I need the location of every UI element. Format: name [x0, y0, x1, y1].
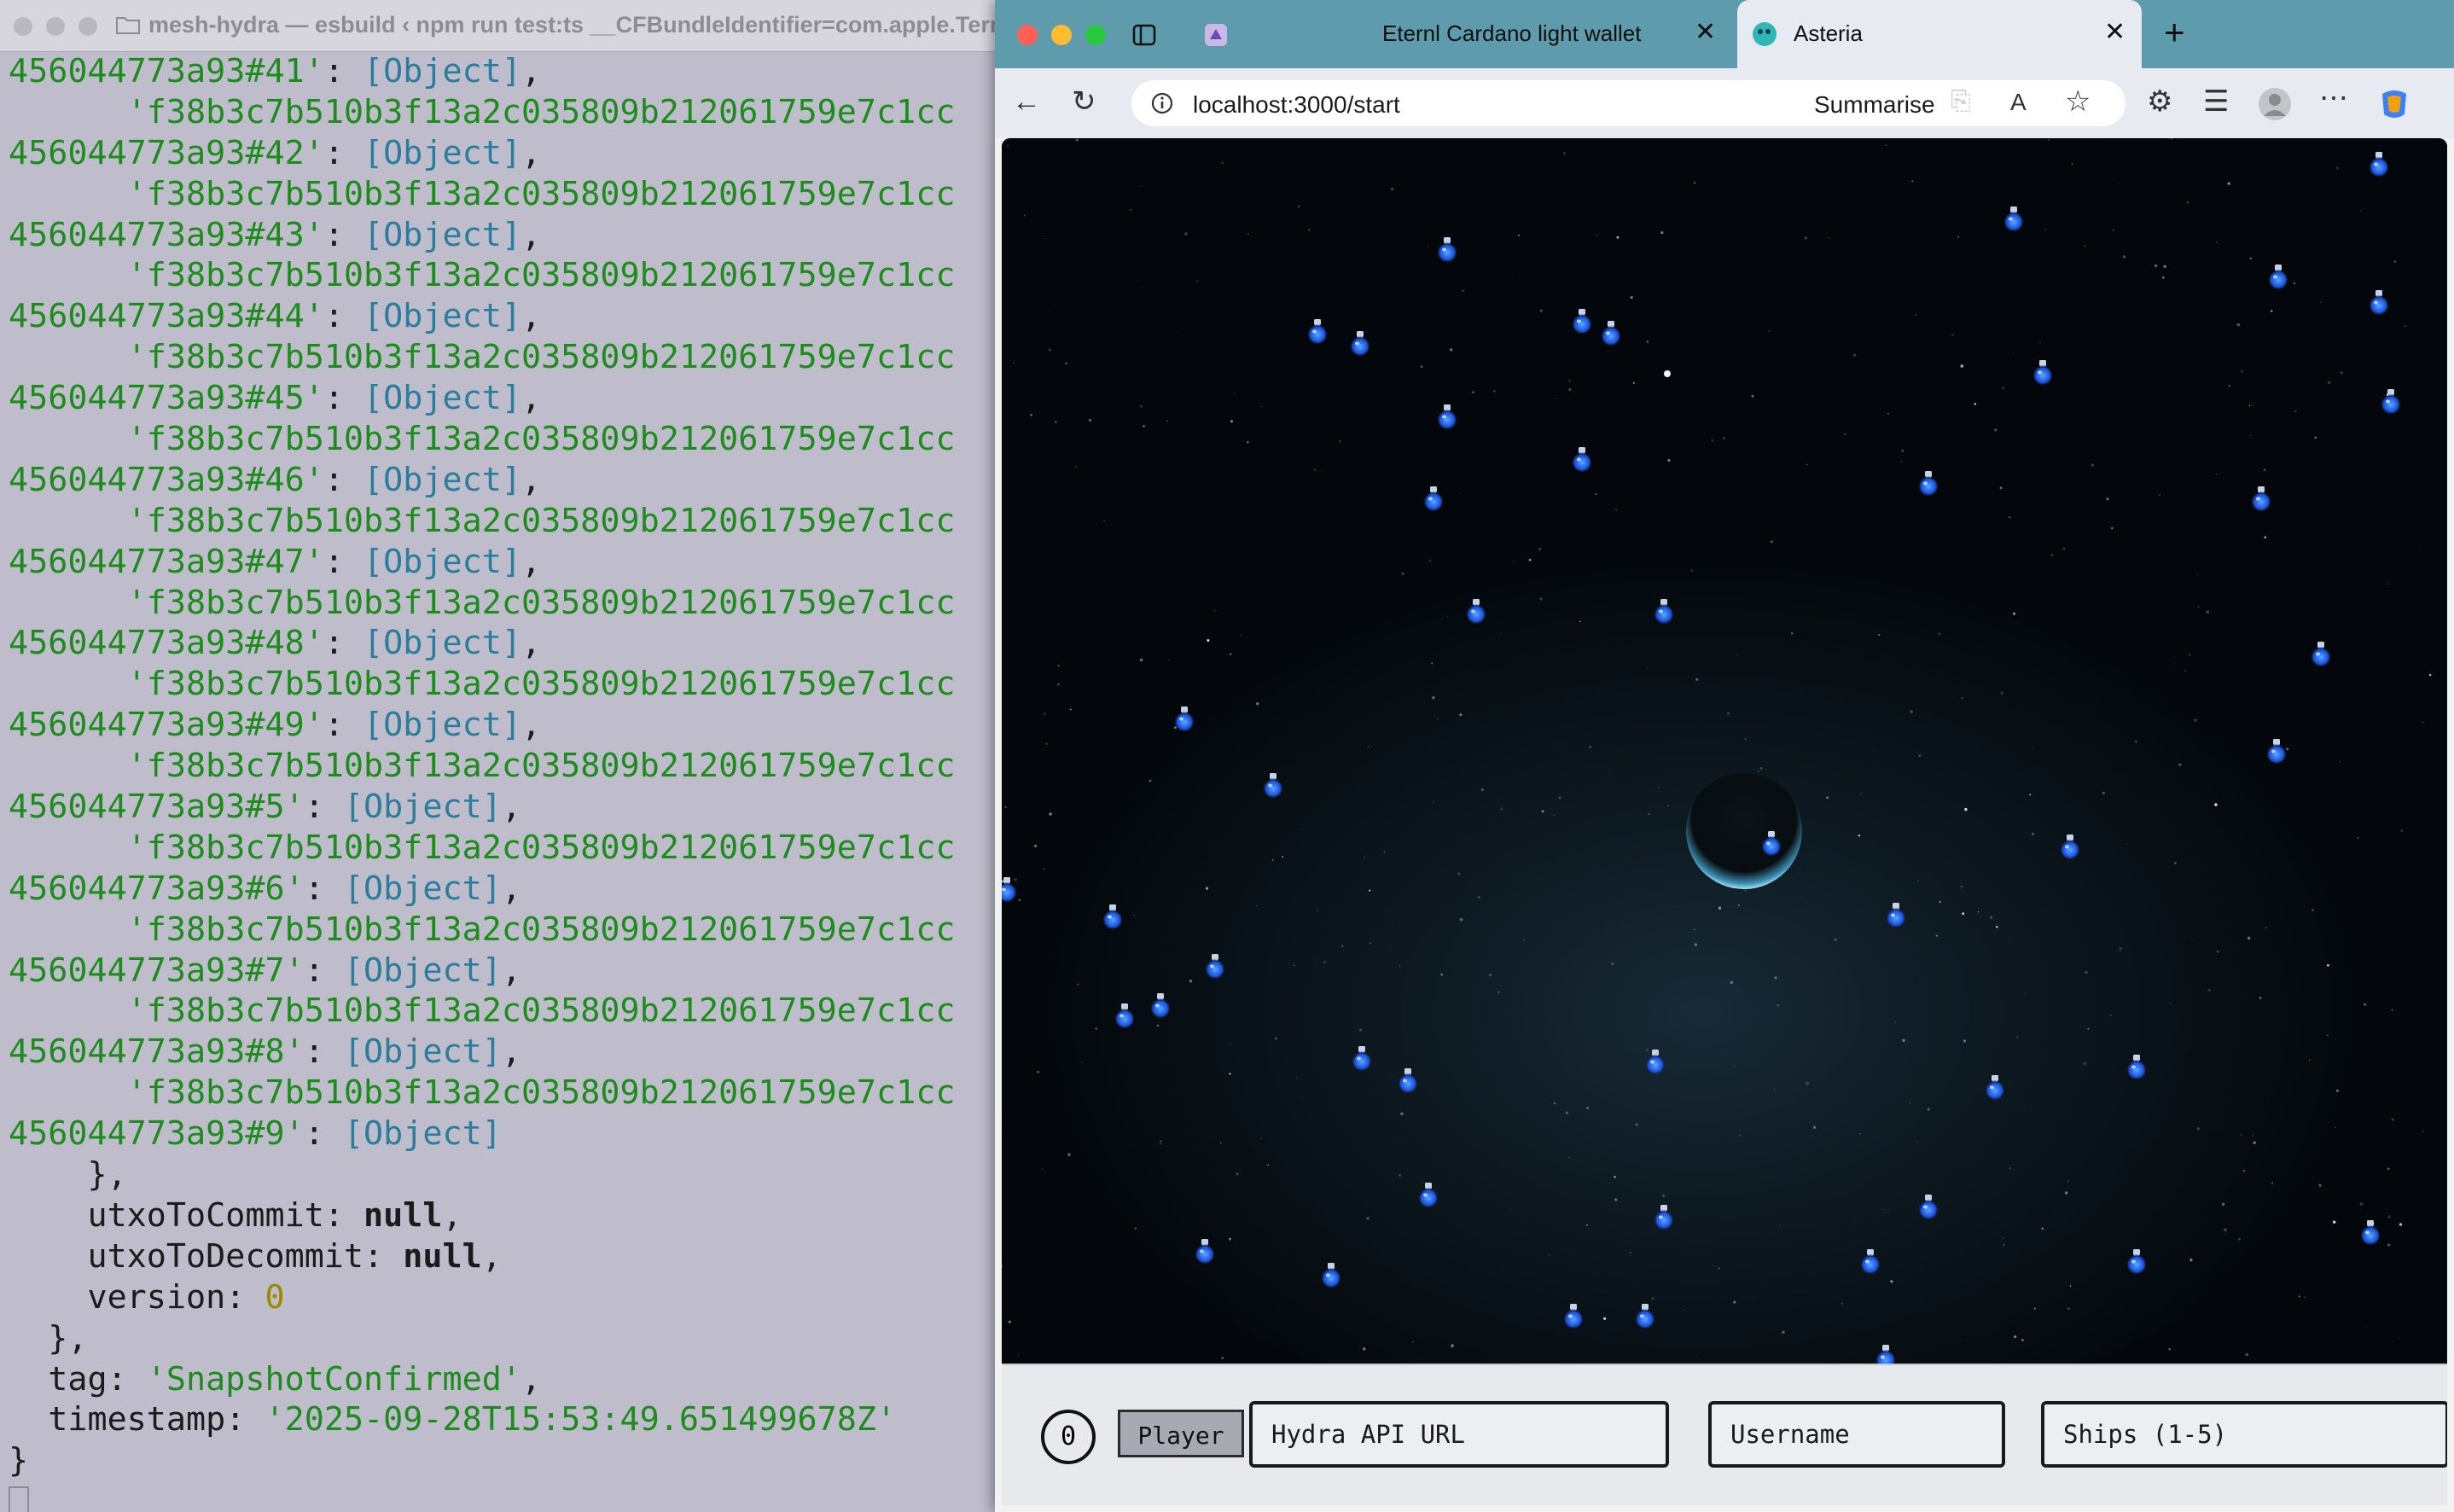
terminal-line: 456044773a93#45': [Object],: [9, 379, 542, 418]
terminal-line: 'f38b3c7b510b3f13a2c035809b212061759e7c1…: [126, 256, 956, 295]
reload-icon[interactable]: ↻: [1072, 87, 1096, 116]
game-page: 0 Player Hydra API URL Username Ships (1…: [1002, 138, 2447, 1505]
terminal-line: 456044773a93#8': [Object],: [9, 1032, 521, 1072]
folder-icon: [116, 17, 140, 34]
terminal-cursor: [9, 1486, 29, 1512]
tab-eternl[interactable]: Eternl Cardano light wallet ✕: [1188, 0, 1730, 68]
tab-actions-icon[interactable]: [1131, 22, 1157, 48]
read-aloud-icon[interactable]: A: [2010, 90, 2027, 114]
ships-input[interactable]: Ships (1-5): [2041, 1401, 2447, 1468]
tab-eternl-label: Eternl Cardano light wallet: [1382, 20, 1642, 46]
address-bar[interactable]: localhost:3000/start Summarise ⎘ A ☆: [1131, 80, 2125, 126]
terminal-line: 'f38b3c7b510b3f13a2c035809b212061759e7c1…: [126, 828, 956, 867]
terminal-line: 'f38b3c7b510b3f13a2c035809b212061759e7c1…: [126, 338, 956, 377]
favorites-icon[interactable]: ☰: [2203, 87, 2229, 116]
minimize-dot-icon[interactable]: [46, 17, 65, 36]
terminal-line: 'f38b3c7b510b3f13a2c035809b212061759e7c1…: [126, 910, 956, 949]
terminal-line: 'f38b3c7b510b3f13a2c035809b212061759e7c1…: [126, 665, 956, 704]
tab-asteria-label: Asteria: [1794, 20, 1863, 46]
asteria-planet[interactable]: [1686, 773, 1802, 889]
new-tab-button[interactable]: +: [2164, 12, 2185, 53]
terminal-line: 456044773a93#48': [Object],: [9, 624, 542, 663]
tab-strip: Eternl Cardano light wallet ✕ Asteria ✕ …: [995, 0, 2454, 68]
terminal-line: tag: 'SnapshotConfirmed',: [48, 1359, 542, 1399]
terminal-line: 'f38b3c7b510b3f13a2c035809b212061759e7c1…: [126, 501, 956, 540]
terminal-line: 456044773a93#42': [Object],: [9, 133, 542, 172]
terminal-line: },: [87, 1155, 127, 1195]
terminal-line: 456044773a93#47': [Object],: [9, 542, 542, 581]
asteria-icon: [1753, 22, 1777, 46]
terminal-line: }: [9, 1441, 29, 1480]
terminal-output[interactable]: 456044773a93#41': [Object], 'f38b3c7b510…: [0, 51, 995, 1512]
terminal-line: 'f38b3c7b510b3f13a2c035809b212061759e7c1…: [126, 1073, 956, 1113]
terminal-line: 'f38b3c7b510b3f13a2c035809b212061759e7c1…: [126, 174, 956, 213]
terminal-line: 'f38b3c7b510b3f13a2c035809b212061759e7c1…: [126, 747, 956, 786]
terminal-line: 456044773a93#9': [Object]: [9, 1114, 502, 1154]
terminal-line: 456044773a93#41': [Object],: [9, 52, 542, 90]
terminal-prompt[interactable]: [0, 1481, 995, 1512]
url-text[interactable]: localhost:3000/start: [1193, 91, 1400, 119]
browser-toolbar: ← ↻ localhost:3000/start Summarise ⎘ A ☆…: [995, 68, 2454, 138]
terminal-line: 456044773a93#49': [Object],: [9, 706, 542, 745]
terminal-title: mesh-hydra — esbuild ‹ npm run test:ts _…: [148, 12, 995, 38]
close-tab-icon[interactable]: ✕: [2104, 17, 2125, 47]
terminal-line: 'f38b3c7b510b3f13a2c035809b212061759e7c1…: [126, 92, 956, 131]
game-controls-bar: 0 Player Hydra API URL Username Ships (1…: [1002, 1364, 2447, 1505]
terminal-line: timestamp: '2025-09-28T15:53:49.65149967…: [48, 1400, 897, 1439]
eternl-icon: [1205, 24, 1227, 46]
player-button[interactable]: Player: [1118, 1410, 1244, 1457]
more-menu-icon[interactable]: ⋯: [2319, 84, 2348, 113]
terminal-window: mesh-hydra — esbuild ‹ npm run test:ts _…: [0, 0, 995, 1512]
zoom-window-icon[interactable]: [1085, 25, 1106, 45]
terminal-line: 456044773a93#43': [Object],: [9, 215, 542, 254]
close-window-icon[interactable]: [1017, 25, 1038, 45]
terminal-line: 456044773a93#46': [Object],: [9, 460, 542, 499]
site-info-icon[interactable]: [1150, 91, 1174, 115]
close-dot-icon[interactable]: [14, 17, 32, 36]
extensions-icon[interactable]: ⚙: [2147, 87, 2172, 116]
summarise-button[interactable]: Summarise: [1814, 91, 1935, 119]
favorite-star-icon[interactable]: ☆: [2065, 87, 2091, 116]
tab-asteria[interactable]: Asteria ✕: [1737, 0, 2142, 68]
terminal-line: 456044773a93#7': [Object],: [9, 951, 521, 990]
terminal-line: 456044773a93#5': [Object],: [9, 788, 521, 827]
zoom-dot-icon[interactable]: [79, 17, 97, 36]
terminal-line: 'f38b3c7b510b3f13a2c035809b212061759e7c1…: [126, 583, 956, 622]
browser-window: Eternl Cardano light wallet ✕ Asteria ✕ …: [995, 0, 2454, 1512]
minimize-window-icon[interactable]: [1051, 25, 1072, 45]
terminal-line: 'f38b3c7b510b3f13a2c035809b212061759e7c1…: [126, 420, 956, 459]
profile-avatar[interactable]: [2258, 87, 2292, 121]
split-icon[interactable]: ⎘: [1951, 89, 1971, 114]
terminal-line: 'f38b3c7b510b3f13a2c035809b212061759e7c1…: [126, 992, 956, 1031]
game-canvas[interactable]: [1002, 138, 2447, 1364]
score-counter: 0: [1041, 1410, 1096, 1464]
terminal-line: utxoToCommit: null,: [87, 1195, 462, 1235]
terminal-line: 456044773a93#6': [Object],: [9, 869, 521, 908]
back-icon[interactable]: ←: [1012, 87, 1041, 116]
username-input[interactable]: Username: [1708, 1401, 2005, 1468]
terminal-titlebar: mesh-hydra — esbuild ‹ npm run test:ts _…: [0, 0, 995, 52]
terminal-line: version: 0: [87, 1277, 285, 1317]
terminal-line: },: [48, 1318, 88, 1358]
hydra-api-url-input[interactable]: Hydra API URL: [1249, 1401, 1669, 1468]
terminal-line: utxoToDecommit: null,: [87, 1236, 502, 1276]
terminal-line: 456044773a93#44': [Object],: [9, 297, 542, 336]
copilot-icon[interactable]: [2375, 85, 2413, 123]
close-tab-icon[interactable]: ✕: [1695, 17, 1716, 47]
